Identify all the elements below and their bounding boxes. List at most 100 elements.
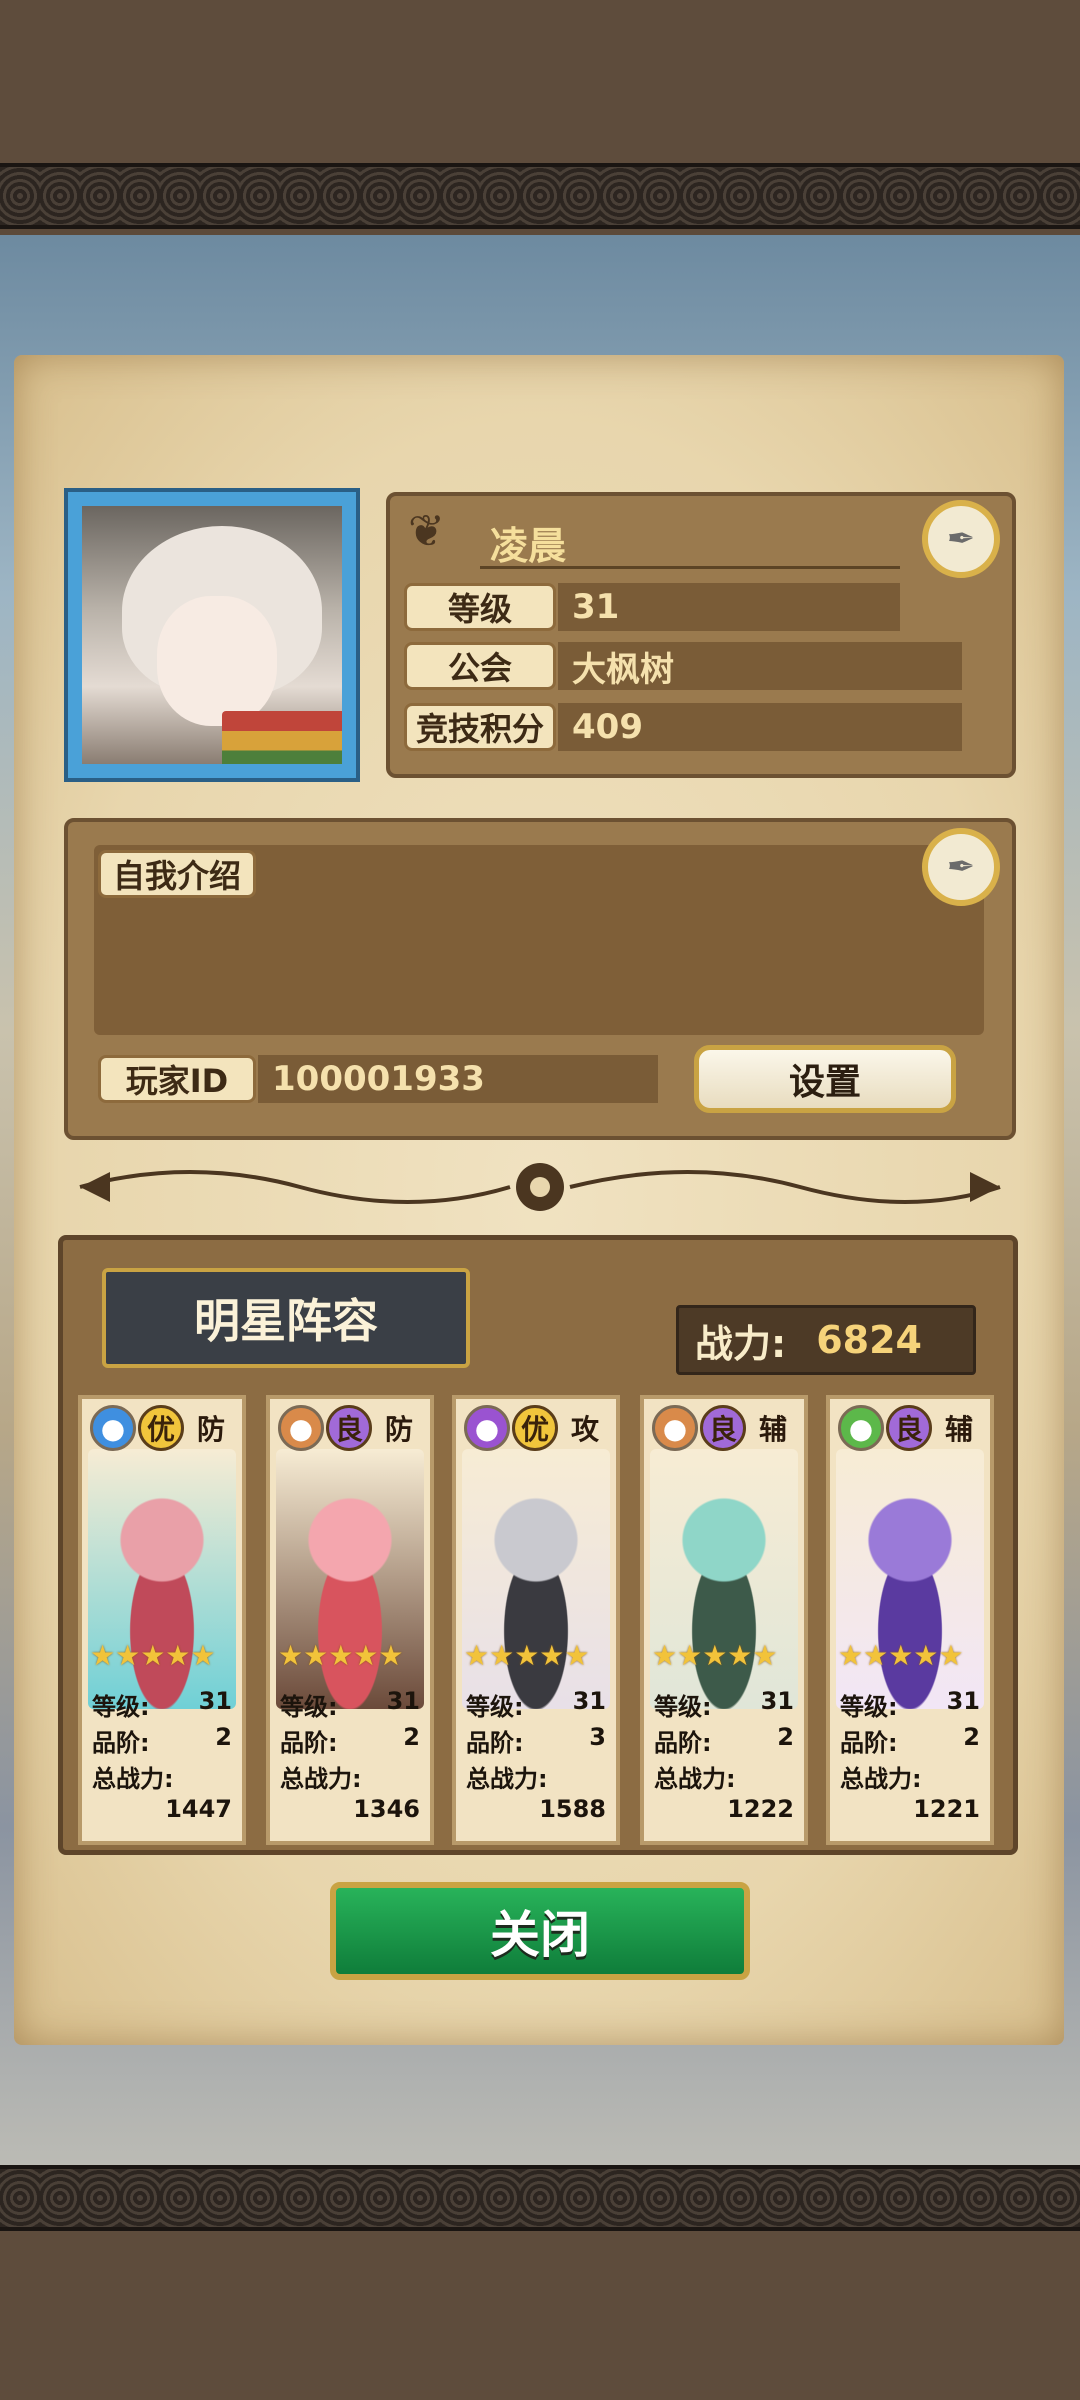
hero-rank-row: 品阶: 2 [92,1723,232,1758]
rank-stat-label: 品阶: [466,1729,524,1757]
hero-total-label-row: 总战力: [840,1759,980,1794]
rank-stat-label: 品阶: [840,1729,898,1757]
player-avatar[interactable] [64,488,360,782]
total-stat-value: 1222 [727,1795,794,1823]
ornament-band-bottom [0,2165,1080,2231]
hero-rank-row: 品阶: 2 [654,1723,794,1758]
close-button[interactable]: 关闭 [330,1882,750,1980]
hero-level-row: 等级: 31 [654,1687,794,1722]
hero-total-value-row: 1447 [92,1795,232,1823]
rank-stat-value: 2 [403,1723,420,1751]
hero-card[interactable]: ● 优防 ★★★★★ 等级: 31 品阶: 2 总战力: 1447 [78,1395,246,1845]
hero-card[interactable]: ● 良防 ★★★★★ 等级: 31 品阶: 2 总战力: 1346 [266,1395,434,1845]
hero-badges: ● 优攻 [464,1405,610,1451]
grade-badge: 良 [700,1405,746,1451]
star-rating: ★★★★★ [464,1639,590,1672]
element-icon: ● [838,1405,884,1451]
rank-stat-label: 品阶: [280,1729,338,1757]
grade-badge: 良 [886,1405,932,1451]
element-icon: ● [652,1405,698,1451]
level-stat-label: 等级: [466,1693,524,1721]
role-badge: 防 [196,1413,225,1446]
grade-badge: 良 [326,1405,372,1451]
player-id-value: 100001933 [258,1055,658,1103]
role-badge: 辅 [758,1413,787,1446]
rank-stat-label: 品阶: [654,1729,712,1757]
total-stat-value: 1346 [353,1795,420,1823]
rank-stat-label: 品阶: [92,1729,150,1757]
total-stat-label: 总战力: [280,1765,362,1793]
hero-total-label-row: 总战力: [280,1759,420,1794]
hero-card[interactable]: ● 优攻 ★★★★★ 等级: 31 品阶: 3 总战力: 1588 [452,1395,620,1845]
hero-level-row: 等级: 31 [466,1687,606,1722]
hero-badges: ● 良辅 [838,1405,984,1451]
ornament-band-top [0,163,1080,229]
hero-card[interactable]: ● 良辅 ★★★★★ 等级: 31 品阶: 2 总战力: 1222 [640,1395,808,1845]
star-rating: ★★★★★ [652,1639,778,1672]
hero-total-value-row: 1222 [654,1795,794,1823]
level-stat-value: 31 [198,1687,232,1715]
hero-rank-row: 品阶: 2 [840,1723,980,1758]
self-intro-label: 自我介绍 [98,850,256,898]
level-value: 31 [558,583,900,631]
top-bar-background [0,0,1080,165]
guild-value: 大枫树 [558,642,962,690]
hero-level-row: 等级: 31 [840,1687,980,1722]
level-stat-value: 31 [760,1687,794,1715]
avatar-books [222,711,342,764]
hero-total-label-row: 总战力: [466,1759,606,1794]
level-stat-value: 31 [946,1687,980,1715]
level-stat-label: 等级: [654,1693,712,1721]
level-stat-label: 等级: [92,1693,150,1721]
level-stat-value: 31 [386,1687,420,1715]
arena-points-value: 409 [558,703,962,751]
element-icon: ● [278,1405,324,1451]
total-stat-value: 1221 [913,1795,980,1823]
total-stat-value: 1447 [165,1795,232,1823]
player-name: 凌晨 [490,524,567,568]
flourish-ornament-icon: ❦ [408,506,445,557]
star-rating: ★★★★★ [90,1639,216,1672]
element-icon: ● [464,1405,510,1451]
hero-card[interactable]: ● 良辅 ★★★★★ 等级: 31 品阶: 2 总战力: 1221 [826,1395,994,1845]
hero-badges: ● 优防 [90,1405,236,1451]
avatar-face [157,596,277,726]
team-power-label: 战力: [695,1321,787,1366]
edit-name-quill-icon[interactable]: ✒ [922,500,1000,578]
level-stat-value: 31 [572,1687,606,1715]
hero-total-label-row: 总战力: [92,1759,232,1794]
star-rating: ★★★★★ [278,1639,404,1672]
total-stat-label: 总战力: [92,1765,174,1793]
level-stat-label: 等级: [280,1693,338,1721]
rank-stat-value: 2 [777,1723,794,1751]
hero-total-value-row: 1346 [280,1795,420,1823]
edit-intro-quill-icon[interactable]: ✒ [922,828,1000,906]
element-icon: ● [90,1405,136,1451]
total-stat-value: 1588 [539,1795,606,1823]
ornamental-divider [79,1163,1001,1211]
rank-stat-value: 2 [963,1723,980,1751]
star-team-title: 明星阵容 [102,1268,470,1368]
hero-level-row: 等级: 31 [280,1687,420,1722]
hero-total-value-row: 1221 [840,1795,980,1823]
role-badge: 辅 [944,1413,973,1446]
team-power-box: 战力: 6824 [676,1305,976,1375]
grade-badge: 优 [138,1405,184,1451]
role-badge: 攻 [570,1413,599,1446]
rank-stat-value: 3 [589,1723,606,1751]
hero-total-label-row: 总战力: [654,1759,794,1794]
hero-level-row: 等级: 31 [92,1687,232,1722]
name-underline [480,566,900,569]
total-stat-label: 总战力: [654,1765,736,1793]
avatar-portrait [82,506,342,764]
total-stat-label: 总战力: [840,1765,922,1793]
star-rating: ★★★★★ [838,1639,964,1672]
team-power-value: 6824 [816,1318,922,1362]
level-stat-label: 等级: [840,1693,898,1721]
hero-total-value-row: 1588 [466,1795,606,1823]
hero-badges: ● 良防 [278,1405,424,1451]
settings-button[interactable]: 设置 [694,1045,956,1113]
arena-points-label: 竞技积分 [404,703,556,751]
guild-label: 公会 [404,642,556,690]
total-stat-label: 总战力: [466,1765,548,1793]
